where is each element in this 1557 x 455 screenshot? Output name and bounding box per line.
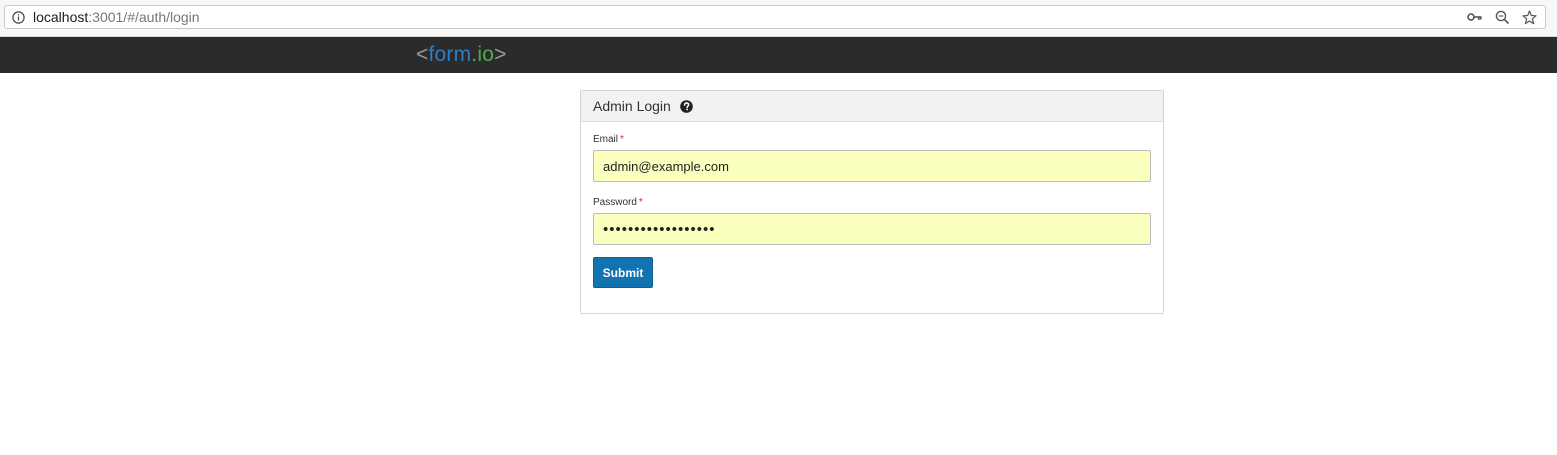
email-label-text: Email — [593, 134, 619, 145]
email-group: Email * — [593, 134, 1151, 182]
logo-form: form — [428, 43, 472, 66]
email-label: Email * — [593, 134, 1151, 145]
logo-bracket-open: < — [416, 43, 429, 66]
submit-button[interactable]: Submit — [593, 257, 653, 288]
panel-heading: Admin Login — [581, 91, 1163, 122]
password-label-text: Password — [593, 197, 637, 208]
help-icon[interactable] — [680, 99, 693, 113]
zoom-icon[interactable] — [1495, 10, 1510, 25]
panel-title: Admin Login — [593, 98, 671, 114]
required-marker: * — [638, 197, 643, 208]
password-label: Password * — [593, 197, 1151, 208]
url-host: localhost — [33, 9, 89, 25]
address-bar-actions — [1467, 9, 1537, 25]
email-field[interactable] — [593, 150, 1151, 182]
info-icon[interactable] — [12, 10, 25, 24]
required-marker: * — [620, 134, 624, 145]
url-text[interactable]: localhost:3001/#/auth/login — [33, 9, 200, 25]
key-icon[interactable] — [1467, 11, 1483, 23]
top-navbar: <form.io> — [0, 37, 1557, 73]
browser-toolbar: localhost:3001/#/auth/login — [0, 0, 1557, 37]
formio-logo[interactable]: <form.io> — [416, 43, 507, 67]
url-path: :3001/#/auth/login — [88, 9, 200, 25]
password-group: Password * — [593, 197, 1151, 245]
address-bar[interactable]: localhost:3001/#/auth/login — [4, 5, 1546, 29]
panel-body: Email* Password* Submit — [581, 122, 1163, 300]
login-panel: Admin Login Email* Password* Submit — [580, 90, 1164, 314]
logo-bracket-close: > — [494, 43, 507, 66]
logo-io: io — [477, 43, 495, 66]
star-icon[interactable] — [1522, 9, 1537, 25]
password-field[interactable] — [593, 213, 1151, 245]
